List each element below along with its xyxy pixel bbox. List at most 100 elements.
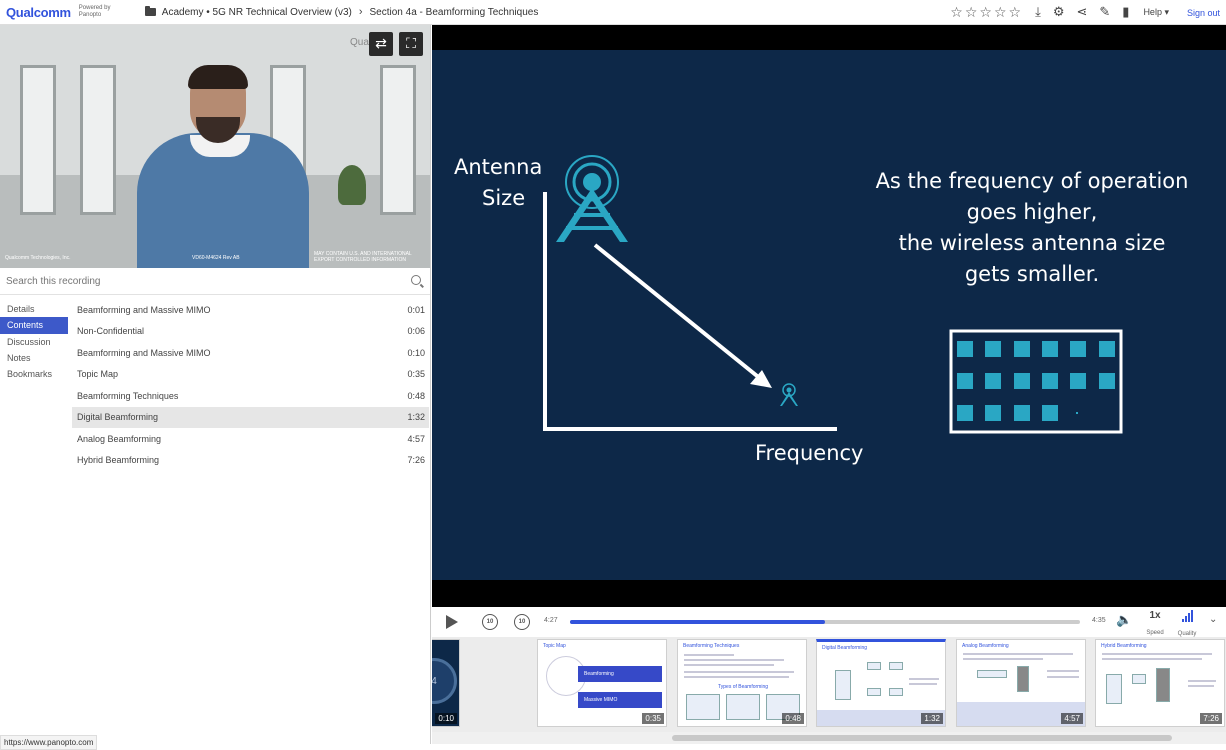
- thumb-time: 1:32: [921, 713, 943, 724]
- quality-button[interactable]: Quality: [1174, 610, 1200, 640]
- progress-fill: [570, 620, 825, 624]
- trend-arrow: [593, 243, 764, 382]
- x-axis-label: Frequency: [755, 441, 864, 465]
- speed-button[interactable]: 1x Speed: [1144, 610, 1166, 639]
- thumb-time: 7:26: [1200, 713, 1222, 724]
- thumb-title: Hybrid Beamforming: [1101, 643, 1147, 649]
- star-icon[interactable]: ☆: [1009, 5, 1022, 21]
- list-item-selected[interactable]: Digital Beamforming 1:32: [72, 406, 429, 428]
- thumb-time: 4:57: [1061, 713, 1083, 724]
- progress-track[interactable]: [570, 620, 1080, 624]
- tab-details[interactable]: Details: [0, 301, 68, 317]
- scrollbar-thumb[interactable]: [672, 735, 1172, 741]
- fullscreen-icon[interactable]: ⛶: [399, 32, 423, 56]
- star-icon[interactable]: ☆: [979, 5, 992, 21]
- current-time: 4:27: [544, 617, 558, 624]
- y-axis-label: Antenna Size: [454, 152, 542, 214]
- thumb-time: 0:48: [782, 713, 804, 724]
- swap-streams-icon[interactable]: ⇄: [369, 32, 393, 56]
- thumbnail[interactable]: Hybrid Beamforming 7:26: [1095, 639, 1225, 727]
- y-label-line-2: Size: [482, 186, 526, 210]
- list-item[interactable]: Beamforming and Massive MIMO 0:10: [72, 342, 429, 364]
- video-caption-right: MAY CONTAIN U.S. AND INTERNATIONAL EXPOR…: [314, 251, 412, 263]
- right-panel: Antenna Size Frequency As the frequency o…: [432, 25, 1226, 744]
- list-item[interactable]: Beamforming Techniques 0:48: [72, 385, 429, 407]
- stats-icon[interactable]: ▮: [1122, 5, 1129, 20]
- sign-out-link[interactable]: Sign out: [1187, 8, 1220, 18]
- item-time: 0:01: [407, 304, 425, 315]
- item-title: Digital Beamforming: [77, 412, 159, 423]
- search-icon[interactable]: [411, 275, 421, 285]
- thumbnail-strip: 4 0:10 Topic Map Beamforming Massive MIM…: [432, 637, 1226, 732]
- list-item[interactable]: Non-Confidential 0:06: [72, 321, 429, 343]
- qualcomm-logo[interactable]: Qualcomm: [6, 5, 71, 20]
- speed-value: 1x: [1149, 610, 1161, 621]
- slide-message: As the frequency of operation goes highe…: [847, 166, 1217, 290]
- speaker-video[interactable]: Qual ⇄ ⛶ Qualcomm Technologies, Inc. VD6…: [0, 25, 430, 268]
- slide-stage[interactable]: Antenna Size Frequency As the frequency o…: [432, 25, 1226, 607]
- thumbnail-selected[interactable]: Digital Beamforming 1:32: [816, 639, 946, 727]
- item-title: Hybrid Beamforming: [77, 455, 160, 466]
- message-line-3: the wireless antenna size: [898, 231, 1166, 255]
- antenna-array-frame: [949, 329, 1123, 434]
- powered-by-panopto: Powered by Panopto: [78, 5, 111, 18]
- tab-notes[interactable]: Notes: [0, 350, 68, 366]
- video-window-bg: [20, 65, 56, 215]
- volume-icon[interactable]: 🔈: [1116, 613, 1132, 628]
- tab-bookmarks[interactable]: Bookmarks: [0, 366, 68, 382]
- gear-icon[interactable]: ⚙: [1053, 5, 1065, 20]
- message-line-1: As the frequency of operation: [875, 169, 1189, 193]
- thumb-item: Beamforming: [578, 666, 662, 682]
- thumbnail[interactable]: 4 0:10: [432, 639, 460, 727]
- search-bar: [0, 268, 430, 295]
- thumb-time: 0:10: [435, 713, 457, 724]
- thumb-title: Beamforming Techniques: [683, 643, 740, 649]
- list-item[interactable]: Hybrid Beamforming 7:26: [72, 450, 429, 472]
- thumb-item: Massive MIMO: [578, 692, 662, 708]
- breadcrumb-session: Section 4a - Beamforming Techniques: [369, 6, 539, 18]
- video-window-bg: [80, 65, 116, 215]
- item-title: Topic Map: [77, 369, 119, 380]
- breadcrumb: Academy • 5G NR Technical Overview (v3) …: [144, 6, 539, 18]
- thumbnail[interactable]: Analog Beamforming 4:57: [956, 639, 1086, 727]
- item-time: 0:48: [407, 390, 425, 401]
- thumbnail-scrollbar[interactable]: [432, 732, 1226, 744]
- search-input[interactable]: [6, 275, 396, 287]
- item-title: Beamforming and Massive MIMO: [77, 304, 211, 315]
- share-icon[interactable]: ⋖: [1076, 5, 1087, 20]
- item-time: 0:10: [407, 347, 425, 358]
- star-icon[interactable]: ☆: [950, 5, 963, 21]
- thumb-time: 0:35: [642, 713, 664, 724]
- pencil-icon[interactable]: ✎: [1099, 5, 1110, 20]
- thumb-badge: 4: [432, 658, 457, 704]
- breadcrumb-folder[interactable]: Academy • 5G NR Technical Overview (v3): [162, 7, 352, 18]
- video-caption-left: Qualcomm Technologies, Inc.: [5, 255, 71, 261]
- tab-contents[interactable]: Contents: [0, 317, 68, 334]
- chevron-down-icon[interactable]: ⌄: [1209, 614, 1217, 625]
- thumbnail[interactable]: Topic Map Beamforming Massive MIMO 0:35: [537, 639, 667, 727]
- slide: Antenna Size Frequency As the frequency o…: [432, 50, 1226, 580]
- list-item[interactable]: Analog Beamforming 4:57: [72, 428, 429, 450]
- rewind-10-icon[interactable]: 10: [482, 614, 498, 630]
- thumb-title: Topic Map: [543, 643, 566, 649]
- help-menu[interactable]: Help ▾: [1143, 7, 1169, 18]
- y-label-line-1: Antenna: [454, 155, 543, 179]
- star-icon[interactable]: ☆: [965, 5, 978, 21]
- header-actions: ☆ ☆ ☆ ☆ ☆ ⤓ ⚙ ⋖ ✎ ▮ Help ▾ Sign out: [950, 0, 1226, 25]
- item-title: Beamforming and Massive MIMO: [77, 347, 211, 358]
- star-icon[interactable]: ☆: [994, 5, 1007, 21]
- download-icon[interactable]: ⤓: [1035, 5, 1041, 20]
- thumbnail[interactable]: Beamforming Techniques Types of Beamform…: [677, 639, 807, 727]
- item-time: 0:35: [407, 369, 425, 380]
- large-antenna-icon: [556, 155, 628, 242]
- chevron-right-icon: ›: [358, 6, 363, 18]
- list-item[interactable]: Beamforming and Massive MIMO 0:01: [72, 299, 429, 321]
- list-item[interactable]: Topic Map 0:35: [72, 364, 429, 386]
- top-bar: Qualcomm Powered by Panopto Academy • 5G…: [0, 0, 1226, 25]
- forward-10-icon[interactable]: 10: [514, 614, 530, 630]
- side-nav: Details Contents Discussion Notes Bookma…: [0, 301, 68, 382]
- play-icon[interactable]: [446, 615, 458, 629]
- item-title: Analog Beamforming: [77, 433, 162, 444]
- tab-discussion[interactable]: Discussion: [0, 334, 68, 350]
- video-watermark: Qual: [350, 37, 372, 48]
